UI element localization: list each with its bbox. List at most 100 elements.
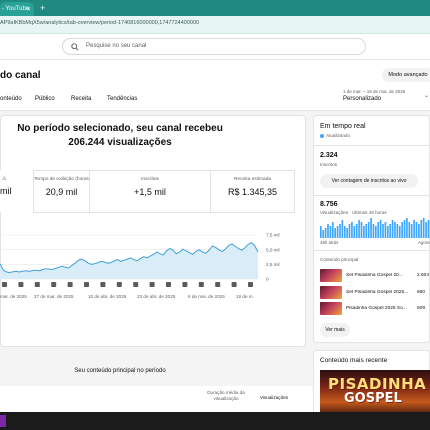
realtime-subs-label: Inscritos (320, 162, 338, 167)
realtime-bar (336, 226, 339, 238)
realtime-status: Atualizando (320, 133, 350, 138)
realtime-views-label: Visualizações · Últimas 48 horas (320, 210, 387, 215)
col-avg-duration[interactable]: Duração média da visualização (204, 390, 248, 402)
video-marker (67, 282, 73, 287)
headline-line-1: No período selecionado, seu canal recebe… (17, 123, 223, 134)
chart-x-tick: mar. de 2025 (0, 294, 27, 299)
metric-label: Inscritos (141, 177, 159, 182)
metric-info-icon: ⚠ (2, 176, 7, 182)
video-views: 609 (417, 306, 426, 311)
realtime-bar (425, 222, 427, 238)
tab-revenue[interactable]: Receita (71, 96, 91, 102)
metric-value: R$ 1.345,35 (227, 187, 278, 197)
metric-value: mil (0, 186, 12, 196)
video-title: Set Pisadinha Gospel 20... (346, 273, 403, 278)
realtime-bar (367, 222, 370, 238)
latest-video-thumbnail[interactable]: PISADINHA GOSPEL (320, 370, 430, 416)
video-thumbnail (320, 302, 342, 315)
advanced-mode-button[interactable]: Modo avançado (382, 68, 430, 82)
realtime-bar (391, 220, 394, 238)
metric-subscribers[interactable]: Inscritos +1,5 mil (89, 170, 210, 212)
video-marker (231, 282, 237, 287)
overview-headline: No período selecionado, seu canal recebe… (0, 122, 240, 150)
top-content-title: Seu conteúdo principal no período (74, 368, 166, 374)
chevron-down-icon[interactable]: ⌄ (424, 92, 429, 99)
period-selector[interactable]: Personalizado (343, 96, 381, 102)
browser-tab-bar: - YouTube ✕ + (0, 0, 430, 16)
realtime-status-label: Atualizando (326, 133, 351, 138)
realtime-bar (375, 226, 377, 238)
metric-label: Tempo de exibição (horas) (34, 177, 91, 182)
realtime-bar (398, 226, 401, 238)
realtime-bar (372, 224, 375, 238)
video-thumbnail (320, 269, 342, 282)
realtime-bar (322, 230, 325, 238)
live-subs-count-button[interactable]: Ver contagem de inscritos ao vivo (320, 174, 418, 188)
video-thumbnail (320, 286, 342, 299)
close-icon[interactable]: ✕ (26, 4, 34, 16)
browser-tab[interactable]: - YouTube ✕ (0, 2, 34, 16)
chart-x-tick: 27 de mar. de 2025 (34, 294, 74, 299)
realtime-content-row[interactable]: Pisadinha Gospel 2025 So... 609 (320, 302, 430, 316)
video-marker (149, 282, 155, 287)
tab-trends[interactable]: Tendências (107, 96, 137, 102)
col-views[interactable]: Visualizações (260, 395, 288, 400)
metric-revenue[interactable]: Receita estimada R$ 1.345,35 (210, 170, 295, 212)
video-marker (34, 282, 40, 287)
tab-audience[interactable]: Público (35, 96, 55, 102)
video-marker (116, 282, 122, 287)
chart-y-tick: 7,5 mil (266, 233, 280, 238)
studio-header: Pesquise no seu canal (0, 34, 430, 60)
video-marker (198, 282, 204, 287)
realtime-bar-chart[interactable] (320, 216, 430, 238)
metric-views[interactable]: ⚠ mil (0, 170, 33, 212)
realtime-bar (346, 228, 348, 238)
realtime-bar (408, 222, 411, 238)
address-bar[interactable]: AP9aIKBbMqX5w/analytics/tab-overview/per… (0, 16, 430, 34)
video-views: 660 (417, 290, 426, 295)
chart-x-tick: 23 de abr. de 2025 (137, 294, 176, 299)
tab-content[interactable]: onteúdo (0, 96, 22, 102)
thumbnail-text: GOSPEL (344, 391, 402, 406)
search-icon (71, 43, 79, 51)
metric-watch-time[interactable]: Tempo de exibição (horas) 20,9 mil (33, 170, 91, 212)
realtime-bar (427, 220, 430, 238)
realtime-content-row[interactable]: Set Pisadinha Gospel 20... 2.604 (320, 269, 430, 283)
video-marker (84, 282, 89, 287)
url-text: AP9aIKBbMqX5w/analytics/tab-overview/per… (0, 20, 200, 26)
realtime-content-header: Conteúdo principal (320, 257, 359, 262)
realtime-bar (358, 220, 360, 238)
search-input[interactable]: Pesquise no seu canal (62, 38, 366, 55)
new-tab-button[interactable]: + (40, 2, 45, 14)
realtime-bar (370, 218, 372, 238)
realtime-bar (331, 222, 334, 238)
realtime-bar (377, 222, 380, 238)
taskbar-app-icon[interactable] (0, 415, 6, 427)
realtime-bar (324, 228, 327, 238)
realtime-bar (420, 220, 423, 238)
realtime-bar (394, 222, 396, 238)
realtime-bar (334, 228, 337, 238)
video-views: 2.604 (417, 273, 430, 278)
search-placeholder: Pesquise no seu canal (86, 43, 147, 49)
period-range[interactable]: 1 de mar. – 19 de mai. de 2025 (343, 89, 405, 94)
realtime-bar (355, 224, 358, 238)
metric-value: 20,9 mil (45, 187, 78, 197)
realtime-bar (320, 226, 322, 238)
views-chart[interactable]: 7,5 mil 5,0 mil 2,5 mil 0 mar. de 2025 27 de … (0, 225, 306, 305)
realtime-bar (415, 222, 418, 238)
realtime-bar (401, 222, 403, 238)
chart-y-tick: 0 (266, 277, 269, 282)
live-dot-icon (320, 133, 324, 138)
video-marker (166, 282, 171, 287)
realtime-bar (418, 224, 420, 238)
video-marker (133, 282, 139, 287)
realtime-content-row[interactable]: Set Pisadinha Gospel 2025... 660 (320, 286, 430, 300)
see-more-button[interactable]: Ver mais (320, 323, 350, 337)
realtime-bar (363, 226, 365, 238)
realtime-bar (403, 220, 406, 238)
video-marker (248, 282, 253, 287)
video-marker (51, 282, 57, 287)
video-marker (182, 282, 188, 287)
video-title: Set Pisadinha Gospel 2025... (346, 290, 409, 295)
